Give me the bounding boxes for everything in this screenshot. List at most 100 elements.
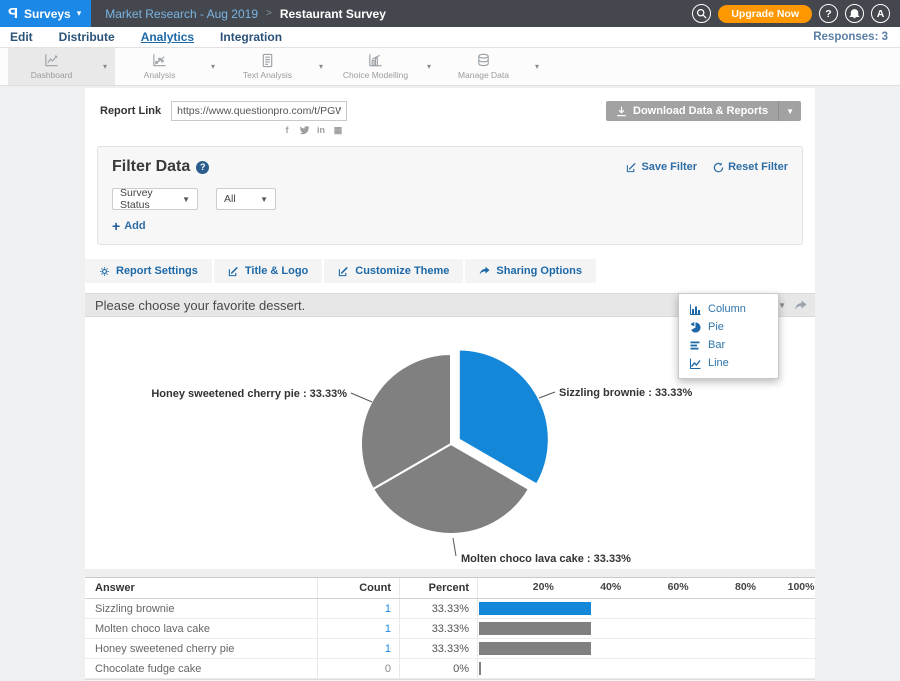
nav-item-analytics[interactable]: Analytics bbox=[141, 30, 194, 44]
save-filter-button[interactable]: Save Filter bbox=[626, 161, 697, 173]
header-answer: Answer bbox=[85, 578, 318, 598]
scale-tick: 60% bbox=[668, 581, 689, 593]
menu-item-label: Pie bbox=[708, 321, 724, 333]
questionpro-logo-icon: P bbox=[8, 5, 18, 22]
tab-label: Customize Theme bbox=[355, 265, 449, 277]
section-nav: Edit Distribute Analytics Integration Re… bbox=[0, 27, 900, 48]
page-background: Report Link Download Data & Reports ▼ f … bbox=[0, 86, 900, 681]
count-link[interactable]: 1 bbox=[318, 639, 400, 658]
manage-data-caret-icon[interactable]: ▾ bbox=[527, 48, 547, 85]
breadcrumb-survey: Restaurant Survey bbox=[280, 7, 386, 21]
choice-modelling-caret-icon[interactable]: ▾ bbox=[419, 48, 439, 85]
menu-item-line[interactable]: Line bbox=[679, 354, 778, 372]
embed-icon[interactable]: ▦ bbox=[332, 124, 344, 136]
table-row: Honey sweetened cherry pie 1 33.33% bbox=[85, 639, 815, 659]
count-link[interactable]: 1 bbox=[318, 599, 400, 618]
count-cell: 0 bbox=[318, 659, 400, 678]
toolbar-tab-dashboard[interactable]: Dashboard ▾ bbox=[8, 48, 115, 85]
choice-modelling-chart-icon bbox=[368, 53, 383, 68]
toolbar-tab-label: Manage Data bbox=[458, 70, 509, 80]
breadcrumb-project-link[interactable]: Market Research - Aug 2019 bbox=[105, 7, 258, 21]
reset-icon bbox=[713, 162, 724, 173]
header-percent-scale: 20% 40% 60% 80% 100% bbox=[478, 578, 815, 598]
reset-filter-button[interactable]: Reset Filter bbox=[713, 161, 788, 173]
callout-line-bottom bbox=[453, 538, 456, 556]
chevron-down-icon: ▾ bbox=[77, 8, 82, 19]
tab-sharing-options[interactable]: Sharing Options bbox=[465, 259, 596, 283]
header-percent: Percent bbox=[400, 578, 478, 598]
upgrade-now-button[interactable]: Upgrade Now bbox=[718, 5, 812, 23]
filter-field-select[interactable]: Survey Status ▼ bbox=[112, 188, 198, 210]
filter-help-icon[interactable]: ? bbox=[196, 161, 209, 174]
dashboard-caret-icon[interactable]: ▾ bbox=[95, 48, 115, 85]
notifications-bell-icon[interactable] bbox=[845, 4, 864, 23]
plus-icon: + bbox=[112, 221, 120, 231]
text-analysis-document-icon bbox=[260, 53, 275, 68]
pie-callout-left: Honey sweetened cherry pie : 33.33% bbox=[151, 388, 347, 400]
help-button[interactable]: ? bbox=[819, 4, 838, 23]
download-chart-caret-icon: ▼ bbox=[778, 301, 786, 310]
share-arrow-icon bbox=[794, 300, 807, 311]
download-data-reports-button[interactable]: Download Data & Reports ▼ bbox=[606, 101, 801, 121]
tab-label: Report Settings bbox=[116, 265, 198, 277]
text-analysis-caret-icon[interactable]: ▾ bbox=[311, 48, 331, 85]
count-link[interactable]: 1 bbox=[318, 619, 400, 638]
search-icon[interactable] bbox=[692, 4, 711, 23]
percent-cell: 33.33% bbox=[400, 599, 478, 618]
toolbar-tab-manage-data[interactable]: Manage Data ▾ bbox=[440, 48, 547, 85]
surveys-menu[interactable]: P Surveys ▾ bbox=[0, 0, 91, 27]
report-link-label: Report Link bbox=[100, 105, 161, 117]
tab-label: Title & Logo bbox=[245, 265, 308, 277]
report-link-input[interactable] bbox=[171, 101, 347, 121]
product-name: Surveys bbox=[24, 7, 71, 21]
toolbar-tab-choice-modelling[interactable]: Choice Modelling ▾ bbox=[332, 48, 439, 85]
menu-item-column[interactable]: Column bbox=[679, 300, 778, 318]
toolbar-tab-analysis[interactable]: Analysis ▾ bbox=[116, 48, 223, 85]
nav-item-distribute[interactable]: Distribute bbox=[59, 30, 115, 44]
nav-item-edit[interactable]: Edit bbox=[10, 30, 33, 44]
tab-label: Sharing Options bbox=[496, 265, 582, 277]
tab-customize-theme[interactable]: Customize Theme bbox=[324, 259, 463, 283]
add-filter-button[interactable]: + Add bbox=[112, 220, 788, 232]
scale-tick: 100% bbox=[788, 581, 815, 593]
toolbar-tab-text-analysis[interactable]: Text Analysis ▾ bbox=[224, 48, 331, 85]
answer-bar bbox=[479, 642, 591, 655]
section-divider bbox=[85, 569, 815, 577]
menu-item-bar[interactable]: Bar bbox=[679, 336, 778, 354]
percent-cell: 33.33% bbox=[400, 639, 478, 658]
download-caret-icon[interactable]: ▼ bbox=[778, 101, 801, 121]
line-chart-icon bbox=[690, 358, 701, 369]
menu-item-label: Column bbox=[708, 303, 746, 315]
filter-field-value: Survey Status bbox=[120, 187, 172, 211]
analysis-caret-icon[interactable]: ▾ bbox=[203, 48, 223, 85]
answer-cell: Chocolate fudge cake bbox=[85, 659, 318, 678]
report-card: Report Link Download Data & Reports ▼ f … bbox=[85, 88, 815, 681]
menu-item-pie[interactable]: Pie bbox=[679, 318, 778, 336]
tab-title-logo[interactable]: Title & Logo bbox=[214, 259, 322, 283]
linkedin-icon[interactable]: in bbox=[315, 124, 327, 136]
results-table: Answer Count Percent 20% 40% 60% 80% 100… bbox=[85, 577, 815, 681]
table-row: Molten choco lava cake 1 33.33% bbox=[85, 619, 815, 639]
twitter-icon[interactable] bbox=[298, 124, 310, 136]
filter-value-select[interactable]: All ▼ bbox=[216, 188, 276, 210]
facebook-icon[interactable]: f bbox=[281, 124, 293, 136]
dashboard-chart-icon bbox=[44, 53, 59, 68]
add-filter-label: Add bbox=[124, 220, 145, 232]
table-header-row: Answer Count Percent 20% 40% 60% 80% 100… bbox=[85, 578, 815, 599]
avatar[interactable]: A bbox=[871, 4, 890, 23]
pie-chart-icon bbox=[690, 322, 701, 333]
tab-report-settings[interactable]: Report Settings bbox=[85, 259, 212, 283]
toolbar-tab-label: Text Analysis bbox=[243, 70, 292, 80]
gears-icon bbox=[99, 266, 110, 277]
scale-tick: 20% bbox=[533, 581, 554, 593]
toolbar-tab-label: Dashboard bbox=[31, 70, 73, 80]
answer-cell: Sizzling brownie bbox=[85, 599, 318, 618]
nav-item-integration[interactable]: Integration bbox=[220, 30, 282, 44]
percent-cell: 0% bbox=[400, 659, 478, 678]
column-chart-icon bbox=[690, 304, 701, 315]
share-chart-button[interactable] bbox=[794, 300, 807, 311]
manage-data-database-icon bbox=[476, 53, 491, 68]
filter-title: Filter Data bbox=[112, 158, 190, 176]
toolbar-tab-label: Choice Modelling bbox=[343, 70, 408, 80]
bar-cell bbox=[478, 599, 815, 618]
